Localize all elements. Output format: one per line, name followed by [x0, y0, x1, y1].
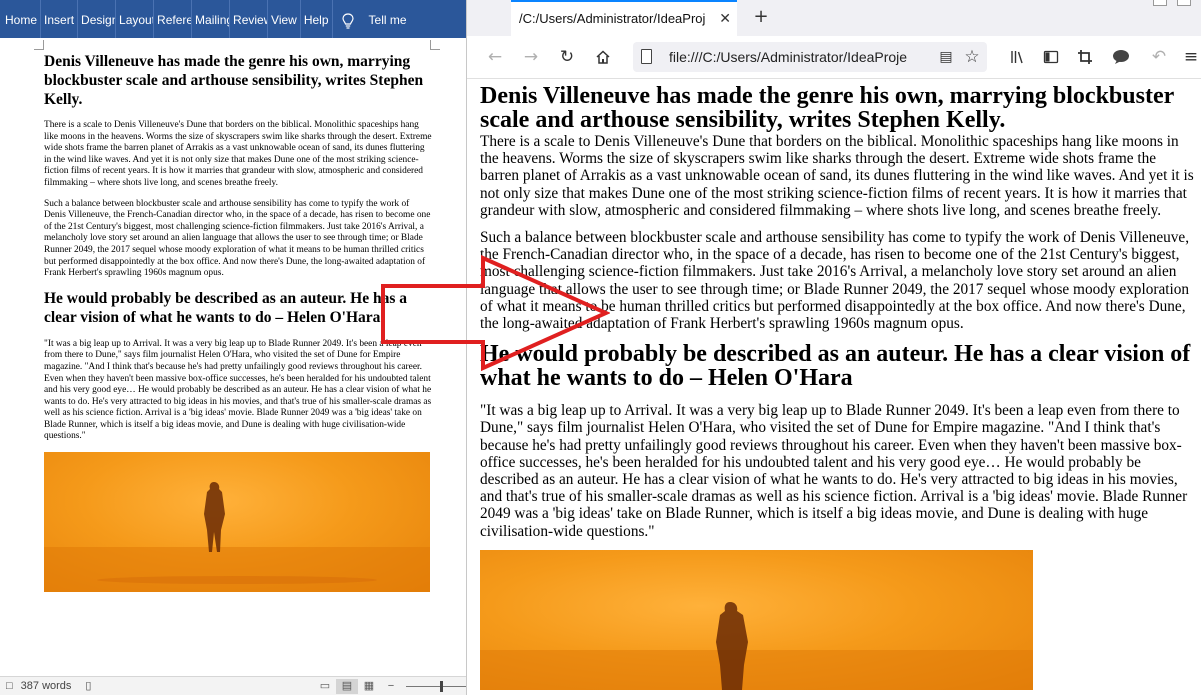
ribbon-tab-layout[interactable]: Layout: [116, 0, 155, 38]
web-layout-icon[interactable]: ▦: [358, 679, 380, 694]
word-ribbon: Home Insert Design Layout References Mai…: [0, 0, 466, 38]
document-paragraph: Such a balance between blockbuster scale…: [44, 198, 431, 279]
ribbon-tab-references[interactable]: References: [154, 0, 193, 38]
zoom-slider-thumb[interactable]: [440, 680, 443, 692]
back-arrow-icon[interactable]: ←: [481, 43, 509, 71]
ribbon-tab-insert[interactable]: Insert: [41, 0, 79, 38]
star-icon[interactable]: ☆: [961, 46, 983, 68]
web-paragraph: There is a scale to Denis Villeneuve's D…: [480, 133, 1194, 219]
document-body: Denis Villeneuve has made the genre his …: [44, 52, 432, 593]
speech-bubble-icon[interactable]: [1107, 43, 1135, 71]
maximize-button[interactable]: [1177, 0, 1191, 6]
tab-title: /C:/Users/Administrator/IdeaProj: [519, 11, 706, 26]
crop-icon[interactable]: [1071, 43, 1099, 71]
proofing-icon[interactable]: ▯: [77, 679, 99, 694]
word-count[interactable]: 387 words: [15, 680, 78, 692]
ribbon-tab-mailings[interactable]: Mailings: [192, 0, 231, 38]
web-paragraph: "It was a big leap up to Arrival. It was…: [480, 402, 1188, 540]
margin-corner-mark: [430, 40, 440, 50]
ribbon-tab-design[interactable]: Design: [78, 0, 117, 38]
reader-view-icon[interactable]: ▤: [936, 47, 956, 67]
undo-icon[interactable]: ↶: [1145, 43, 1173, 71]
sidebar-icon[interactable]: [1037, 43, 1065, 71]
page-icon: [641, 49, 652, 64]
red-arrow-icon: [381, 255, 610, 372]
url-bar[interactable]: file:///C:/Users/Administrator/IdeaProje…: [633, 42, 987, 72]
browser-tab[interactable]: /C:/Users/Administrator/IdeaProj ✕: [511, 0, 737, 36]
library-icon[interactable]: [1003, 43, 1031, 71]
tell-me-search[interactable]: Tell me: [363, 0, 410, 38]
document-heading-2: He would probably be described as an aut…: [44, 289, 408, 326]
dune-image: [480, 549, 1033, 690]
print-layout-icon[interactable]: ▤: [336, 678, 358, 694]
close-icon[interactable]: ✕: [719, 2, 731, 35]
url-text[interactable]: file:///C:/Users/Administrator/IdeaProje: [669, 42, 931, 72]
document-paragraph: There is a scale to Denis Villeneuve's D…: [44, 120, 432, 188]
document-heading-1: Denis Villeneuve has made the genre his …: [44, 53, 424, 108]
forward-arrow-icon[interactable]: →: [517, 43, 545, 71]
zoom-out-icon[interactable]: −: [380, 679, 402, 694]
hamburger-menu-icon[interactable]: ≡: [1177, 43, 1201, 71]
ribbon-tab-home[interactable]: Home: [2, 0, 42, 38]
lightbulb-icon[interactable]: [333, 0, 363, 38]
reload-icon[interactable]: ↻: [553, 43, 581, 71]
word-status-bar: □ 387 words ▯ ▭ ▤ ▦ −: [0, 676, 466, 695]
read-mode-icon[interactable]: ▭: [314, 679, 336, 694]
tab-strip: /C:/Users/Administrator/IdeaProj ✕ +: [467, 0, 1201, 36]
new-tab-button[interactable]: +: [749, 3, 773, 31]
web-heading-1: Denis Villeneuve has made the genre his …: [480, 83, 1174, 133]
ribbon-tab-help[interactable]: Help: [301, 0, 333, 38]
document-paragraph: "It was a big leap up to Arrival. It was…: [44, 338, 432, 442]
web-page-viewport[interactable]: Denis Villeneuve has made the genre his …: [467, 80, 1201, 695]
ribbon-tab-review[interactable]: Review: [230, 0, 269, 38]
zoom-slider[interactable]: [406, 679, 466, 694]
home-icon[interactable]: [589, 43, 617, 71]
navigation-toolbar: ← → ↻ file:///C:/Users/Administrator/Ide…: [467, 36, 1201, 79]
page-indicator[interactable]: □: [0, 680, 15, 692]
minimize-button[interactable]: [1153, 0, 1167, 6]
ribbon-tab-view[interactable]: View: [268, 0, 301, 38]
margin-corner-mark: [34, 40, 44, 50]
dune-image: [44, 452, 430, 593]
web-page-body: Denis Villeneuve has made the genre his …: [480, 84, 1195, 690]
